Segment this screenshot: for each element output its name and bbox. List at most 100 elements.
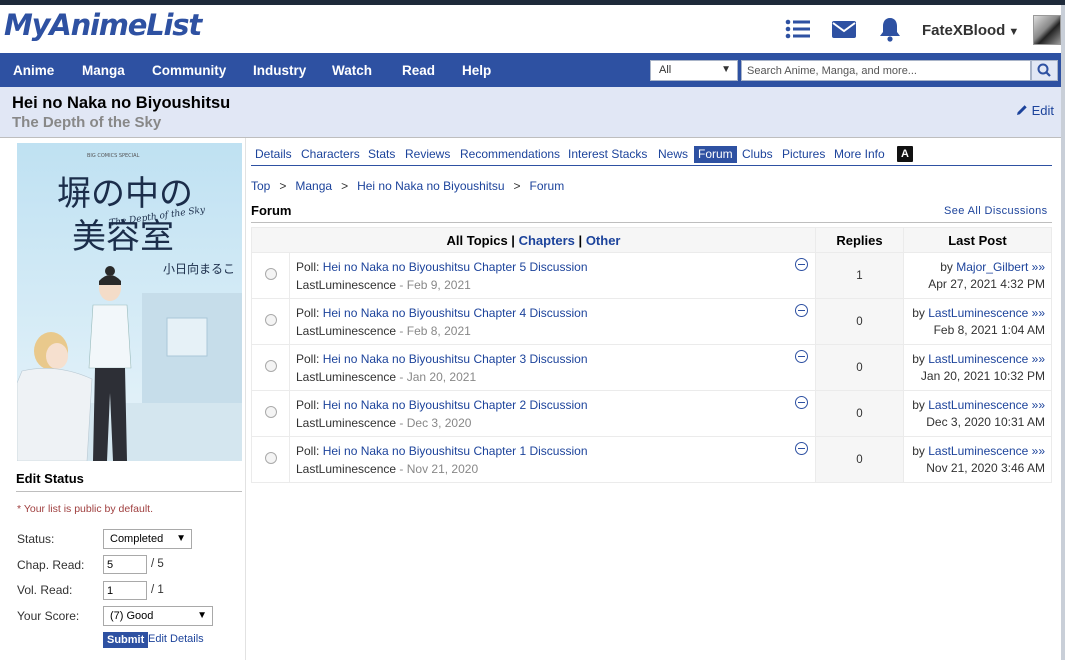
topic-author[interactable]: LastLuminescence	[296, 278, 396, 292]
status-select[interactable]: Completed ▼	[103, 529, 192, 549]
page-subtitle: The Depth of the Sky	[12, 114, 162, 131]
submit-button[interactable]: Submit	[103, 632, 149, 648]
tab-forum[interactable]: Forum	[694, 146, 737, 163]
tab-interest-stacks[interactable]: Interest Stacks	[568, 146, 647, 163]
last-post-jump-link[interactable]: »»	[1032, 398, 1045, 412]
topic-meta-line: LastLuminescence - Feb 9, 2021	[296, 278, 809, 292]
breadcrumb-separator: >	[279, 179, 287, 193]
last-post-user-link[interactable]: LastLuminescence	[928, 444, 1028, 458]
mail-icon[interactable]	[830, 15, 858, 43]
other-filter-link[interactable]: Other	[586, 233, 621, 248]
topic-title-link[interactable]: Hei no Naka no Biyoushitsu Chapter 3 Dis…	[323, 352, 588, 366]
topic-author[interactable]: LastLuminescence	[296, 462, 396, 476]
topic-radio[interactable]	[264, 452, 277, 464]
see-all-discussions-link[interactable]: See All Discussions	[944, 205, 1048, 217]
last-post-header: Last Post	[903, 227, 1052, 253]
search-button[interactable]	[1031, 60, 1058, 81]
last-post-date: Dec 3, 2020 10:31 AM	[926, 414, 1045, 429]
topic-title-link[interactable]: Hei no Naka no Biyoushitsu Chapter 4 Dis…	[323, 306, 588, 320]
last-post-user-link[interactable]: LastLuminescence	[928, 352, 1028, 366]
poll-prefix: Poll:	[296, 444, 320, 458]
chap-read-input[interactable]	[103, 555, 147, 574]
edit-title-button[interactable]: Edit	[1016, 103, 1054, 118]
collapse-icon[interactable]	[795, 350, 808, 363]
tab-reviews[interactable]: Reviews	[405, 146, 450, 163]
manga-cover-image[interactable]: 塀の中の 美容室 The Depth of the Sky 小日向まるこ BIG…	[17, 143, 242, 461]
topic-radio[interactable]	[264, 268, 277, 280]
topic-title-link[interactable]: Hei no Naka no Biyoushitsu Chapter 5 Dis…	[323, 260, 588, 274]
search-type-select[interactable]: All ▼	[650, 60, 738, 81]
edit-details-link[interactable]: Edit Details	[148, 633, 204, 645]
vol-read-label: Vol. Read:	[17, 583, 73, 597]
topics-filter-header: All Topics | Chapters | Other	[251, 227, 816, 253]
username-label: FateXBlood	[922, 22, 1006, 39]
breadcrumb-top[interactable]: Top	[251, 179, 270, 193]
topic-meta-line: LastLuminescence - Dec 3, 2020	[296, 416, 809, 430]
nav-industry[interactable]: Industry	[253, 63, 306, 78]
topic-radio[interactable]	[264, 314, 277, 326]
tab-news[interactable]: News	[658, 146, 688, 163]
nav-help[interactable]: Help	[462, 63, 491, 78]
breadcrumb-title[interactable]: Hei no Naka no Biyoushitsu	[357, 179, 504, 193]
site-logo[interactable]: MyAnimeList	[4, 8, 202, 42]
tab-details[interactable]: Details	[255, 146, 292, 163]
bell-icon[interactable]	[876, 15, 904, 43]
topic-title-link[interactable]: Hei no Naka no Biyoushitsu Chapter 1 Dis…	[323, 444, 588, 458]
nav-watch[interactable]: Watch	[332, 63, 372, 78]
topic-author[interactable]: LastLuminescence	[296, 324, 396, 338]
collapse-icon[interactable]	[795, 442, 808, 455]
breadcrumb-manga[interactable]: Manga	[295, 179, 332, 193]
collapse-icon[interactable]	[795, 258, 808, 271]
edit-label: Edit	[1031, 103, 1055, 118]
nav-read[interactable]: Read	[402, 63, 435, 78]
replies-count: 1	[815, 252, 904, 299]
tab-recommendations[interactable]: Recommendations	[460, 146, 560, 163]
last-post-user-link[interactable]: LastLuminescence	[928, 398, 1028, 412]
anilist-icon[interactable]: A	[897, 146, 913, 162]
topic-title-link[interactable]: Hei no Naka no Biyoushitsu Chapter 2 Dis…	[323, 398, 588, 412]
user-menu[interactable]: FateXBlood ▼	[922, 22, 1019, 39]
tab-pictures[interactable]: Pictures	[782, 146, 825, 163]
vol-read-input[interactable]	[103, 581, 147, 600]
last-post-user-link[interactable]: Major_Gilbert	[956, 260, 1028, 274]
last-post-by: by	[912, 305, 925, 320]
tab-clubs[interactable]: Clubs	[742, 146, 773, 163]
cover-author: 小日向まるこ	[163, 261, 235, 276]
last-post-date: Feb 8, 2021 1:04 AM	[933, 322, 1045, 337]
last-post-jump-link[interactable]: »»	[1032, 260, 1045, 274]
topic-radio[interactable]	[264, 360, 277, 372]
divider	[251, 222, 1052, 223]
search-icon	[1037, 63, 1051, 77]
nav-community[interactable]: Community	[152, 63, 226, 78]
last-post-cell: by Major_Gilbert »» Apr 27, 2021 4:32 PM	[903, 252, 1052, 299]
nav-manga[interactable]: Manga	[82, 63, 125, 78]
search-input[interactable]	[741, 60, 1031, 81]
status-label: Status:	[17, 532, 55, 546]
topic-radio[interactable]	[264, 406, 277, 418]
avatar[interactable]	[1033, 15, 1061, 45]
table-row: Poll: Hei no Naka no Biyoushitsu Chapter…	[251, 252, 1052, 299]
breadcrumb-forum[interactable]: Forum	[530, 179, 565, 193]
nav-anime[interactable]: Anime	[13, 63, 54, 78]
collapse-icon[interactable]	[795, 304, 808, 317]
last-post-jump-link[interactable]: »»	[1032, 444, 1045, 458]
last-post-user-link[interactable]: LastLuminescence	[928, 306, 1028, 320]
last-post-cell: by LastLuminescence »» Dec 3, 2020 10:31 …	[903, 390, 1052, 437]
chevron-down-icon: ▼	[176, 533, 186, 544]
list-icon[interactable]	[784, 15, 812, 43]
chapters-filter-link[interactable]: Chapters	[519, 233, 575, 248]
last-post-jump-link[interactable]: »»	[1032, 306, 1045, 320]
replies-count: 0	[815, 390, 904, 437]
topic-author[interactable]: LastLuminescence	[296, 416, 396, 430]
collapse-icon[interactable]	[795, 396, 808, 409]
score-select[interactable]: (7) Good ▼	[103, 606, 213, 626]
tab-stats[interactable]: Stats	[368, 146, 395, 163]
last-post-user-line: by LastLuminescence »»	[904, 305, 1045, 322]
header-separator: |	[511, 232, 515, 248]
all-topics-label[interactable]: All Topics	[447, 233, 508, 248]
topic-author[interactable]: LastLuminescence	[296, 370, 396, 384]
tab-more-info[interactable]: More Info	[834, 146, 885, 163]
tab-characters[interactable]: Characters	[301, 146, 360, 163]
last-post-jump-link[interactable]: »»	[1032, 352, 1045, 366]
topic-date: - Jan 20, 2021	[399, 370, 477, 384]
